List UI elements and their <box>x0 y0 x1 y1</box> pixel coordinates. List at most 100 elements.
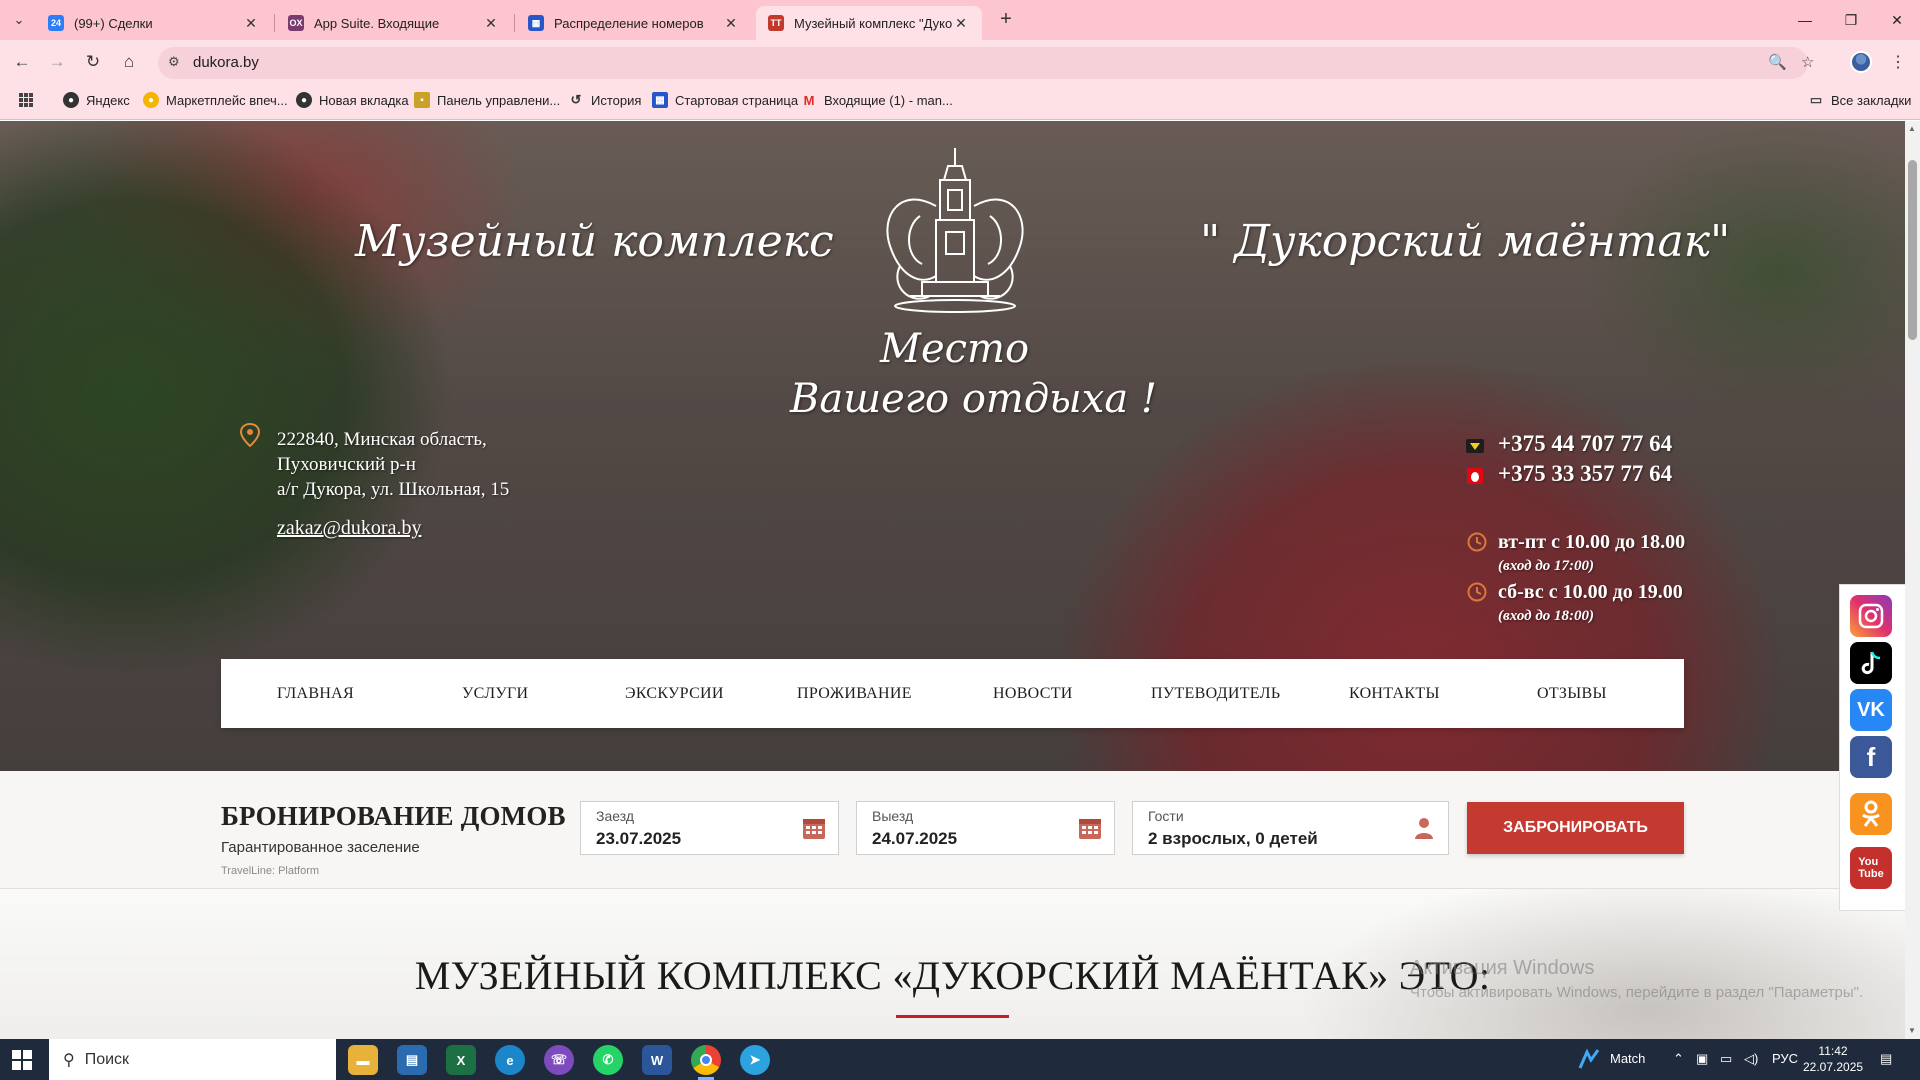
clock-icon <box>1466 581 1488 603</box>
network-icon[interactable]: ▭ <box>1720 1051 1732 1067</box>
bookmark-gmail[interactable]: M Входящие (1) - man... <box>801 92 953 108</box>
nav-services[interactable]: УСЛУГИ <box>462 659 528 728</box>
chrome-icon[interactable] <box>691 1045 721 1075</box>
tab-deals[interactable]: 24 (99+) Сделки ✕ <box>36 6 272 40</box>
bookmark-yandex[interactable]: ● Яндекс <box>63 92 130 108</box>
bookmark-panel[interactable]: ▪ Панель управлени... <box>414 92 560 108</box>
zoom-icon[interactable]: 🔍 <box>1768 53 1787 71</box>
file-explorer-icon[interactable]: ▬ <box>348 1045 378 1075</box>
tab-dukora-active[interactable]: TT Музейный комплекс "Дукорс ✕ <box>756 6 982 40</box>
home-icon[interactable]: ⌂ <box>117 50 141 74</box>
calendar-icon[interactable] <box>802 816 826 840</box>
minimize-icon[interactable]: — <box>1782 0 1828 40</box>
scroll-up-icon[interactable]: ▲ <box>1908 124 1916 133</box>
nav-contacts[interactable]: КОНТАКТЫ <box>1349 659 1440 728</box>
instagram-icon[interactable] <box>1850 595 1892 637</box>
phone-2[interactable]: +375 33 357 77 64 <box>1498 461 1672 487</box>
volume-icon[interactable]: ◁) <box>1744 1051 1758 1067</box>
tab-search-button[interactable]: ⌄ <box>6 8 32 32</box>
estate-logo-icon[interactable] <box>860 146 1050 316</box>
apps-grid-icon[interactable] <box>18 92 34 108</box>
panel-icon: ▪ <box>414 92 430 108</box>
site-info-icon[interactable]: ⚙ <box>168 54 180 70</box>
menu-kebab-icon[interactable]: ⋮ <box>1890 52 1906 72</box>
nav-news[interactable]: НОВОСТИ <box>993 659 1073 728</box>
tab-label: (99+) Сделки <box>74 15 153 31</box>
folder-icon: ▭ <box>1809 92 1823 107</box>
slogan-line-1: Место <box>880 326 1030 372</box>
hours-weekend: сб-вс с 10.00 до 19.00 <box>1498 581 1683 603</box>
whatsapp-icon[interactable]: ✆ <box>593 1045 623 1075</box>
word-icon[interactable]: W <box>642 1045 672 1075</box>
nav-guide[interactable]: ПУТЕВОДИТЕЛЬ <box>1151 659 1280 728</box>
book-button[interactable]: ЗАБРОНИРОВАТЬ <box>1467 802 1684 854</box>
notifications-icon[interactable]: ▤ <box>1880 1051 1892 1067</box>
bookmark-marketplace[interactable]: ● Маркетплейс впеч... <box>143 92 288 108</box>
bookmark-star-icon[interactable]: ☆ <box>1801 53 1814 71</box>
profile-avatar[interactable] <box>1850 51 1872 73</box>
email-link[interactable]: zakaz@dukora.by <box>277 517 421 540</box>
address-line-3: а/г Дукора, ул. Школьная, 15 <box>277 479 510 500</box>
hero-section: Музейный комплекс " Дукорский маёнтак" М… <box>0 121 1905 771</box>
telegram-icon[interactable]: ➤ <box>740 1045 770 1075</box>
back-icon[interactable]: ← <box>10 50 34 74</box>
calendar-icon[interactable] <box>1078 816 1102 840</box>
facebook-icon[interactable]: f <box>1850 736 1892 778</box>
bookmarks-bar <box>0 84 1920 120</box>
viber-icon[interactable]: ☏ <box>544 1045 574 1075</box>
reload-icon[interactable]: ↻ <box>81 50 105 74</box>
guests-field[interactable]: Гости 2 взрослых, 0 детей <box>1132 801 1449 855</box>
bookmark-label: Панель управлени... <box>437 92 561 108</box>
checkin-label: Заезд <box>596 808 635 824</box>
restore-icon[interactable]: ❐ <box>1828 0 1874 40</box>
phone-1[interactable]: +375 44 707 77 64 <box>1498 431 1672 457</box>
close-icon[interactable]: ✕ <box>722 15 740 32</box>
nav-accommodation[interactable]: ПРОЖИВАНИЕ <box>797 659 912 728</box>
tiktok-icon[interactable] <box>1850 642 1892 684</box>
hours-weekend-note: (вход до 18:00) <box>1498 608 1594 624</box>
taskbar-search[interactable]: ⚲ Поиск <box>49 1039 336 1080</box>
address-text[interactable]: dukora.by <box>193 54 259 71</box>
weather-text[interactable]: Match <box>1610 1051 1645 1066</box>
nav-reviews[interactable]: ОТЗЫВЫ <box>1537 659 1607 728</box>
new-tab-button[interactable]: + <box>992 8 1020 32</box>
weather-icon[interactable] <box>1578 1048 1600 1073</box>
travelline-link[interactable]: TravelLine: Platform <box>221 865 319 877</box>
bookmark-label: Новая вкладка <box>319 92 409 108</box>
new-tab-icon: ● <box>296 92 312 108</box>
vk-icon[interactable]: VK <box>1850 689 1892 731</box>
close-icon[interactable]: ✕ <box>242 15 260 32</box>
excel-icon[interactable]: X <box>446 1045 476 1075</box>
device-icon[interactable]: ▣ <box>1696 1051 1708 1067</box>
scroll-thumb[interactable] <box>1908 160 1917 340</box>
windows-start-icon[interactable] <box>12 1050 32 1075</box>
system-clock[interactable]: 11:42 22.07.2025 <box>1803 1043 1863 1075</box>
nav-excursions[interactable]: ЭКСКУРСИИ <box>625 659 724 728</box>
nav-home[interactable]: ГЛАВНАЯ <box>277 659 354 728</box>
odnoklassniki-icon[interactable] <box>1850 793 1892 835</box>
store-icon[interactable]: ▤ <box>397 1045 427 1075</box>
bitrix24-icon: 24 <box>48 15 64 31</box>
velcom-phone-icon <box>1464 435 1486 457</box>
youtube-icon[interactable]: You Tube <box>1850 847 1892 889</box>
close-icon[interactable]: ✕ <box>952 15 970 32</box>
close-icon[interactable]: ✕ <box>482 15 500 32</box>
edge-icon[interactable]: e <box>495 1045 525 1075</box>
person-icon[interactable] <box>1412 816 1436 840</box>
guests-label: Гости <box>1148 808 1184 824</box>
scroll-down-icon[interactable]: ▼ <box>1908 1026 1916 1035</box>
bookmark-new-tab[interactable]: ● Новая вкладка <box>296 92 409 108</box>
bookmark-history[interactable]: ↺ История <box>568 92 642 108</box>
forward-icon[interactable]: → <box>45 50 69 74</box>
bookmark-start-page[interactable]: ▦ Стартовая страница <box>652 92 798 108</box>
close-window-icon[interactable]: ✕ <box>1874 0 1920 40</box>
chevron-up-icon[interactable]: ⌃ <box>1673 1051 1684 1067</box>
checkin-date-field[interactable]: Заезд 23.07.2025 <box>580 801 839 855</box>
all-bookmarks[interactable]: ▭ Все закладки <box>1808 92 1912 108</box>
address-line-2: Пуховичский р-н <box>277 454 416 475</box>
tab-appsuite[interactable]: OX App Suite. Входящие ✕ <box>276 6 512 40</box>
language-indicator[interactable]: РУС <box>1772 1051 1798 1066</box>
tab-room-distribution[interactable]: ▦ Распределение номеров ✕ <box>516 6 752 40</box>
checkout-date-field[interactable]: Выезд 24.07.2025 <box>856 801 1115 855</box>
address-bar[interactable] <box>158 47 1808 79</box>
